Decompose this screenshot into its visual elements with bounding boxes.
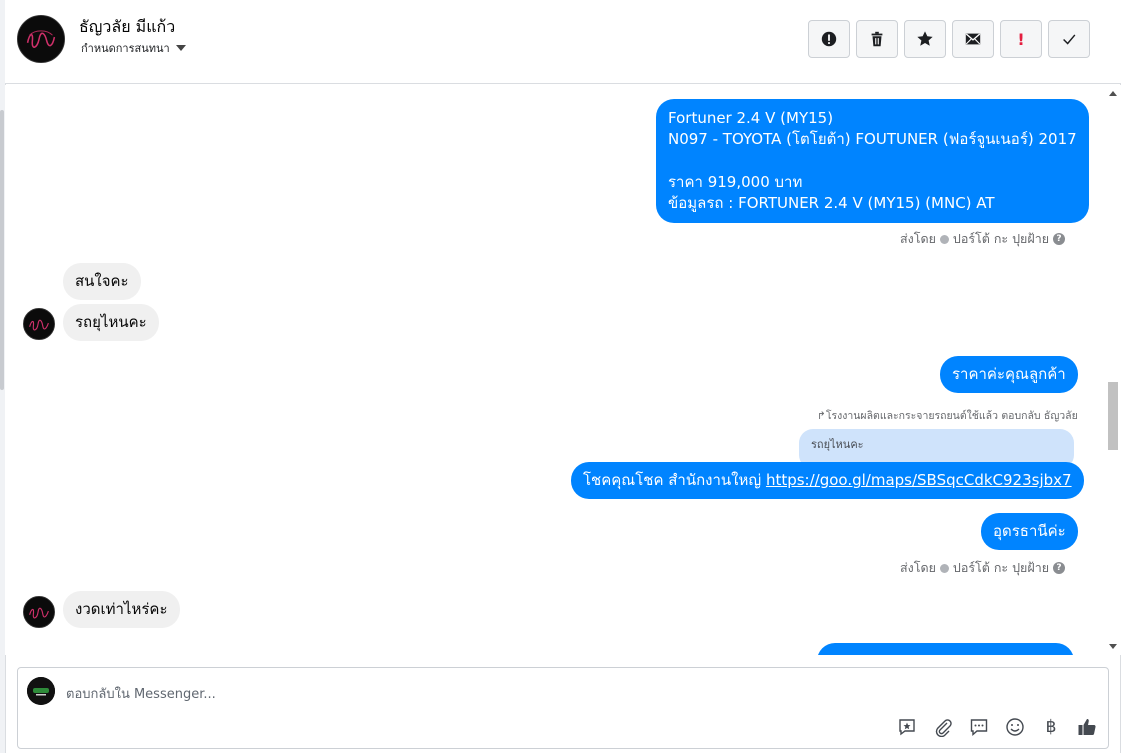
- scroll-down-icon[interactable]: [1109, 644, 1117, 649]
- left-scrollbar-thumb[interactable]: [0, 110, 4, 390]
- car-price-line: ราคา 919,000 บาท: [668, 173, 803, 191]
- scrollbar-thumb[interactable]: [1108, 382, 1118, 450]
- message-text: งวดเท่าไหร่คะ: [75, 600, 168, 618]
- mark-spam-button[interactable]: [808, 20, 850, 58]
- reply-note-text: โรงงานผลิตและกระจายรถยนต์ใช้แล้ว ตอบกลับ…: [825, 410, 1078, 422]
- message-bubble-outgoing-partial[interactable]: [817, 643, 1074, 655]
- message-bubble-incoming[interactable]: รถยุไหนคะ: [63, 304, 159, 341]
- done-button[interactable]: [1048, 20, 1090, 58]
- emoji-icon: [1006, 718, 1024, 736]
- car-listing-line: N097 - TOYOTA (โตโยต้า) FOUTUNER (ฟอร์จู…: [668, 130, 1077, 148]
- message-text: โชคคุณโชค สำนักงานใหญ่: [583, 471, 766, 489]
- caret-down-icon: [175, 45, 186, 51]
- emoji-button[interactable]: [1004, 716, 1026, 738]
- contact-avatar[interactable]: [17, 15, 65, 63]
- important-button[interactable]: !: [1000, 20, 1042, 58]
- reply-note: ↱โรงงานผลิตและกระจายรถยนต์ใช้แล้ว ตอบกลั…: [817, 407, 1078, 424]
- payment-button[interactable]: ฿: [1040, 716, 1062, 738]
- attachment-icon: [935, 719, 952, 737]
- saved-reply-icon: [899, 719, 915, 736]
- sent-by-info: ส่งโดย ปอร์โต้ กะ ปุยฝ้าย ?: [900, 558, 1066, 578]
- help-icon[interactable]: ?: [1053, 233, 1066, 245]
- message-bubble-car-info[interactable]: Fortuner 2.4 V (MY15) N097 - TOYOTA (โตโ…: [656, 99, 1089, 223]
- thumbs-up-icon: [1078, 719, 1096, 735]
- message-bubble-outgoing[interactable]: โชคคุณโชค สำนักงานใหญ่ https://goo.gl/ma…: [571, 462, 1084, 499]
- message-text: รถยุไหนคะ: [75, 313, 147, 331]
- baht-icon: ฿: [1045, 717, 1057, 737]
- message-text: อุดรธานีค่ะ: [993, 522, 1066, 540]
- conversation-settings-dropdown[interactable]: กำหนดการสนทนา: [81, 39, 186, 57]
- like-button[interactable]: [1076, 716, 1098, 738]
- conversation-settings-label: กำหนดการสนทนา: [81, 42, 170, 55]
- message-bubble-incoming[interactable]: สนใจคะ: [63, 263, 141, 300]
- contact-avatar-small[interactable]: [23, 596, 55, 628]
- car-details-line: ข้อมูลรถ : FORTUNER 2.4 V (MY15) (MNC) A…: [668, 194, 995, 212]
- quick-reply-button[interactable]: [968, 716, 990, 738]
- check-icon: [1063, 34, 1076, 45]
- message-text: ราคาค่ะคุณลูกค้า: [952, 365, 1066, 383]
- sent-by-label: ส่งโดย: [900, 560, 936, 575]
- message-text: สนใจคะ: [75, 272, 129, 290]
- contact-avatar-small[interactable]: [23, 308, 55, 340]
- reply-arrow-icon: ↱: [817, 410, 826, 422]
- sent-by-label: ส่งโดย: [900, 231, 936, 246]
- message-bubble-outgoing[interactable]: ราคาค่ะคุณลูกค้า: [940, 356, 1078, 393]
- conversation-actions: !: [808, 20, 1090, 58]
- car-model-line: Fortuner 2.4 V (MY15): [668, 109, 834, 127]
- message-thread[interactable]: Fortuner 2.4 V (MY15) N097 - TOYOTA (โตโ…: [5, 85, 1105, 655]
- message-scrollbar[interactable]: [1105, 85, 1121, 655]
- quoted-text: รถยุไหนคะ: [811, 438, 864, 451]
- message-bubble-incoming[interactable]: งวดเท่าไหร่คะ: [63, 591, 180, 628]
- exclamation-icon: !: [1017, 29, 1025, 49]
- delete-button[interactable]: [856, 20, 898, 58]
- conversation-header: ธัญวลัย มีแก้ว กำหนดการสนทนา !: [5, 0, 1121, 84]
- sent-by-info: ส่งโดย ปอร์โต้ กะ ปุยฝ้าย ?: [900, 229, 1066, 249]
- verified-dot-icon: [939, 234, 949, 244]
- sent-by-sender: ปอร์โต้ กะ ปุยฝ้าย: [952, 560, 1050, 575]
- map-link[interactable]: https://goo.gl/maps/SBSqcCdkC923sjbx7: [766, 471, 1072, 489]
- mark-unread-button[interactable]: [952, 20, 994, 58]
- page-avatar: [27, 677, 55, 705]
- sent-by-sender: ปอร์โต้ กะ ปุยฝ้าย: [952, 231, 1050, 246]
- envelope-icon: [965, 33, 981, 45]
- star-button[interactable]: [904, 20, 946, 58]
- message-bubble-outgoing[interactable]: อุดรธานีค่ะ: [981, 513, 1078, 550]
- help-icon[interactable]: ?: [1053, 562, 1066, 574]
- attach-button[interactable]: [932, 716, 954, 738]
- scroll-up-icon[interactable]: [1109, 91, 1117, 96]
- verified-dot-icon: [939, 563, 949, 573]
- saved-reply-button[interactable]: [896, 716, 918, 738]
- star-icon: [917, 31, 933, 46]
- contact-name[interactable]: ธัญวลัย มีแก้ว: [79, 15, 175, 40]
- trash-icon: [871, 31, 883, 47]
- chat-bubble-icon: [970, 719, 988, 737]
- composer-toolbar: ฿: [896, 716, 1098, 738]
- reply-input[interactable]: ตอบกลับใน Messenger...: [66, 683, 216, 704]
- alert-circle-icon: [821, 31, 837, 47]
- reply-composer[interactable]: ตอบกลับใน Messenger... ฿: [17, 667, 1109, 749]
